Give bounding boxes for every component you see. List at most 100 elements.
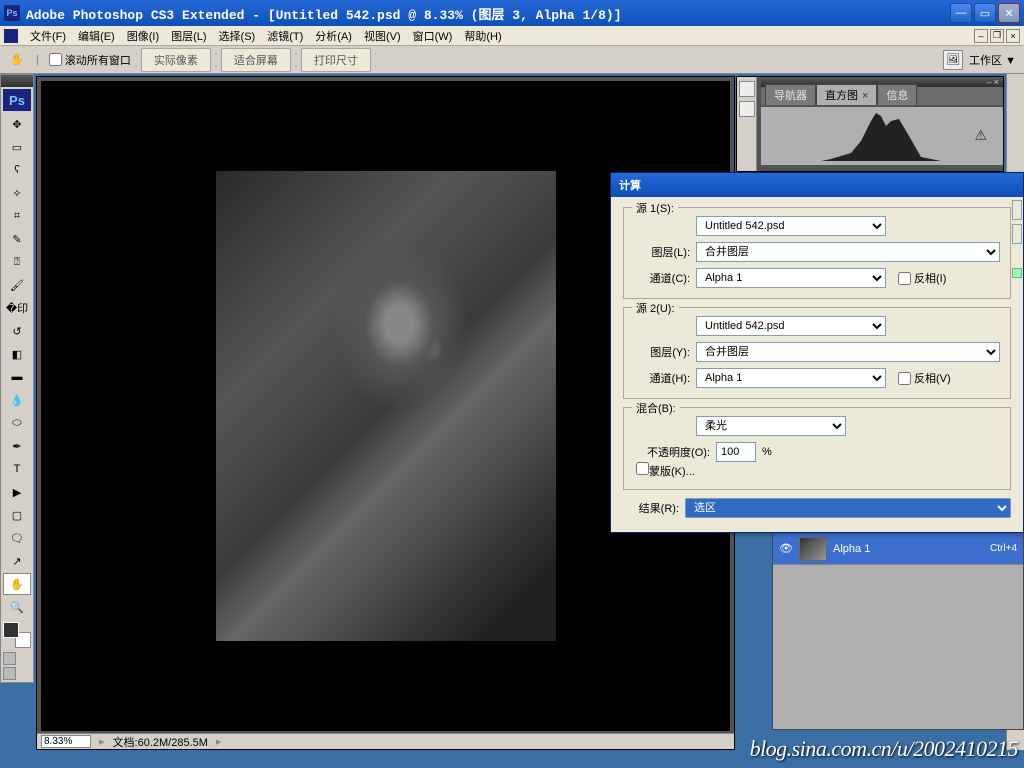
menu-filter[interactable]: 滤镜(T): [261, 26, 309, 46]
crop-tool[interactable]: ⌗: [3, 205, 31, 227]
workspace-menu[interactable]: 工作区 ▼: [969, 52, 1016, 68]
cancel-button-edge[interactable]: [1012, 224, 1022, 244]
app-icon: Ps: [4, 5, 20, 21]
histogram-display: ⚠: [761, 107, 1003, 165]
result-select[interactable]: 选区: [685, 498, 1011, 518]
channel-name: Alpha 1: [833, 543, 984, 555]
dialog-side-buttons: [1012, 200, 1022, 278]
path-select-tool[interactable]: ▶: [3, 481, 31, 503]
eyedropper-tool[interactable]: ✎: [3, 228, 31, 250]
doc-minimize-button[interactable]: –: [974, 29, 988, 43]
layer1-label: 图层(L):: [634, 244, 690, 260]
navigator-panel-group: – × 导航器 直方图× 信息 ⚠: [736, 76, 1004, 172]
menu-select[interactable]: 选择(S): [213, 26, 262, 46]
eyedropper2-tool[interactable]: ↗: [3, 550, 31, 572]
healing-brush-tool[interactable]: ⍰: [3, 251, 31, 273]
panel-minimize-icon[interactable]: –: [987, 77, 992, 87]
dialog-title[interactable]: 计算: [611, 173, 1023, 197]
menu-image[interactable]: 图像(I): [121, 26, 165, 46]
doc-restore-button[interactable]: ❐: [990, 29, 1004, 43]
panel-close-icon[interactable]: ×: [994, 77, 999, 87]
move-tool[interactable]: ✥: [3, 113, 31, 135]
doc-close-button[interactable]: ×: [1006, 29, 1020, 43]
invert2-checkbox[interactable]: 反相(V): [898, 370, 954, 386]
tab-histogram[interactable]: 直方图×: [816, 84, 877, 105]
menu-analysis[interactable]: 分析(A): [309, 26, 358, 46]
result-label: 结果(R):: [623, 500, 679, 516]
menu-edit[interactable]: 编辑(E): [72, 26, 121, 46]
minimize-button[interactable]: —: [950, 3, 972, 23]
zoom-tool[interactable]: 🔍: [3, 596, 31, 618]
maximize-button[interactable]: ▭: [974, 3, 996, 23]
source1-group: 源 1(S): Untitled 542.psd 图层(L): 合并图层 通道(…: [623, 207, 1011, 299]
channel-shortcut: Ctrl+4: [990, 543, 1017, 554]
channel2-select[interactable]: Alpha 1: [696, 368, 886, 388]
source2-select[interactable]: Untitled 542.psd: [696, 316, 886, 336]
channel2-label: 通道(H):: [634, 370, 690, 386]
menu-file[interactable]: 文件(F): [24, 26, 72, 46]
channel-thumbnail: [799, 537, 827, 561]
hand-tool[interactable]: ✋: [3, 573, 31, 595]
mask-checkbox[interactable]: 蒙版(K)...: [636, 466, 695, 478]
history-brush-tool[interactable]: ↺: [3, 320, 31, 342]
document-image: [216, 171, 556, 641]
visibility-icon[interactable]: 👁: [779, 542, 793, 555]
source2-group: 源 2(U): Untitled 542.psd 图层(Y): 合并图层 通道(…: [623, 307, 1011, 399]
window-titlebar: Ps Adobe Photoshop CS3 Extended - [Untit…: [0, 0, 1024, 26]
source1-select[interactable]: Untitled 542.psd: [696, 216, 886, 236]
type-tool[interactable]: T: [3, 458, 31, 480]
layer1-select[interactable]: 合并图层: [696, 242, 1000, 262]
blur-tool[interactable]: 💧: [3, 389, 31, 411]
channel1-select[interactable]: Alpha 1: [696, 268, 886, 288]
pen-tool[interactable]: ✒: [3, 435, 31, 457]
blend-mode-select[interactable]: 柔光: [696, 416, 846, 436]
scroll-all-windows-checkbox[interactable]: 滚动所有窗口: [49, 52, 131, 68]
tab-navigator[interactable]: 导航器: [765, 84, 816, 105]
screen-mode-icon[interactable]: [3, 667, 16, 680]
calculations-dialog: 计算 源 1(S): Untitled 542.psd 图层(L): 合并图层 …: [610, 172, 1024, 533]
watermark-text: blog.sina.com.cn/u/2002410215: [750, 736, 1018, 762]
layer2-select[interactable]: 合并图层: [696, 342, 1000, 362]
eraser-tool[interactable]: ◧: [3, 343, 31, 365]
magic-wand-tool[interactable]: ✧: [3, 182, 31, 204]
menu-window[interactable]: 窗口(W): [407, 26, 459, 46]
ok-button-edge[interactable]: [1012, 200, 1022, 220]
foreground-color[interactable]: [3, 622, 19, 638]
color-swatch[interactable]: [3, 622, 31, 648]
print-size-button[interactable]: 打印尺寸: [301, 48, 371, 72]
panel-icon-strip: [737, 77, 757, 171]
close-button[interactable]: ✕: [998, 3, 1020, 23]
dodge-tool[interactable]: ⬭: [3, 412, 31, 434]
go-bridge-icon[interactable]: 🖼: [943, 50, 963, 70]
clone-stamp-tool[interactable]: �印: [3, 297, 31, 319]
tab-info[interactable]: 信息: [877, 84, 917, 105]
quick-mask-icon[interactable]: [3, 652, 16, 665]
marquee-tool[interactable]: ▭: [3, 136, 31, 158]
menu-help[interactable]: 帮助(H): [458, 26, 507, 46]
channel-row[interactable]: 👁 Alpha 1 Ctrl+4: [773, 533, 1023, 565]
shape-tool[interactable]: ▢: [3, 504, 31, 526]
doc-size-label: 文档:60.2M/285.5M: [113, 734, 208, 750]
opacity-input[interactable]: [716, 442, 756, 462]
hand-tool-icon: ✋: [8, 51, 26, 69]
layer2-label: 图层(Y):: [634, 344, 690, 360]
warning-icon[interactable]: ⚠: [974, 127, 987, 144]
panel-icon[interactable]: [739, 81, 755, 97]
toolbox-grip[interactable]: [1, 75, 33, 87]
window-title: Adobe Photoshop CS3 Extended - [Untitled…: [26, 4, 950, 23]
brush-tool[interactable]: 🖌: [3, 274, 31, 296]
actual-pixels-button[interactable]: 实际像素: [141, 48, 211, 72]
invert1-checkbox[interactable]: 反相(I): [898, 270, 954, 286]
notes-tool[interactable]: 🗨: [3, 527, 31, 549]
app-menu-icon[interactable]: [4, 29, 18, 43]
menu-view[interactable]: 视图(V): [358, 26, 407, 46]
gradient-tool[interactable]: ▬: [3, 366, 31, 388]
status-bar: ▸ 文档:60.2M/285.5M ▸: [37, 733, 734, 749]
zoom-input[interactable]: [41, 735, 91, 748]
lasso-tool[interactable]: ʕ: [3, 159, 31, 181]
menu-layer[interactable]: 图层(L): [165, 26, 212, 46]
fit-screen-button[interactable]: 适合屏幕: [221, 48, 291, 72]
toolbox-panel: Ps ✥ ▭ ʕ ✧ ⌗ ✎ ⍰ 🖌 �印 ↺ ◧ ▬ 💧 ⬭ ✒ T ▶ ▢ …: [0, 74, 34, 683]
panel-icon[interactable]: [739, 101, 755, 117]
preview-checkbox-edge[interactable]: [1012, 268, 1022, 278]
